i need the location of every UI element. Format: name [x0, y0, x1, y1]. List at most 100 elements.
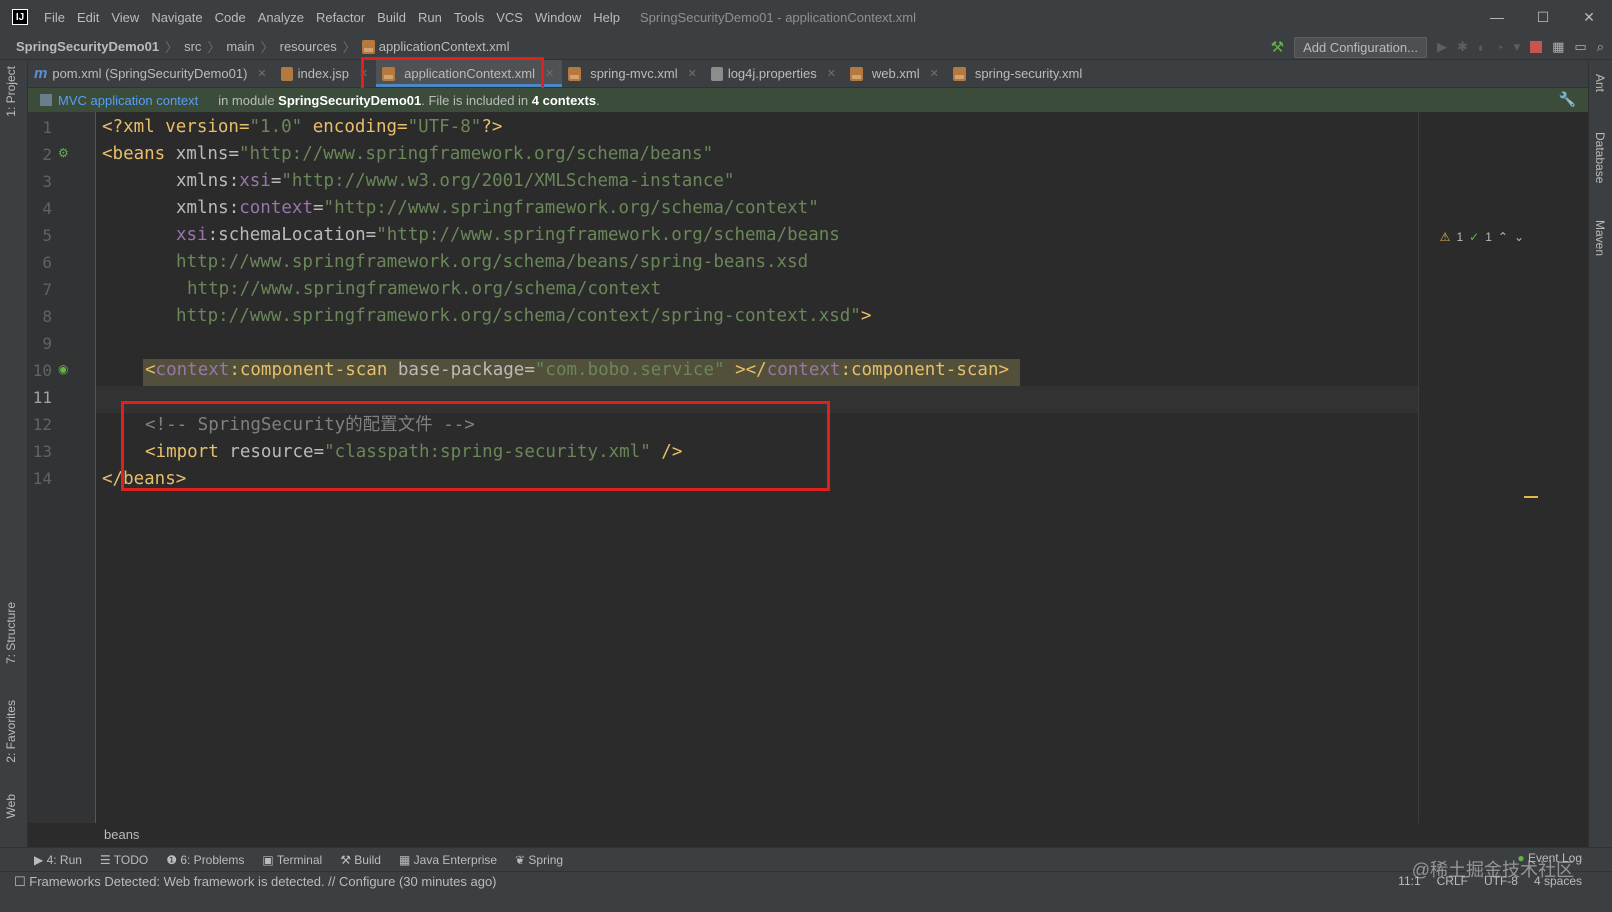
crumb-project[interactable]: SpringSecurityDemo01: [16, 39, 159, 54]
tab-label: index.jsp: [297, 66, 349, 81]
tab-label: web.xml: [871, 66, 920, 81]
todo-tool-button[interactable]: ☰ TODO: [100, 853, 148, 867]
menu-navigate[interactable]: Navigate: [145, 10, 208, 25]
line-number: 3: [42, 172, 52, 191]
structure-tool-button[interactable]: 7: Structure: [4, 602, 18, 664]
favorites-tool-button[interactable]: 2: Favorites: [4, 700, 18, 763]
main-menu: File Edit View Navigate Code Analyze Ref…: [38, 10, 626, 25]
close-window-button[interactable]: ✕: [1566, 0, 1612, 34]
tab-label: log4j.properties: [727, 66, 817, 81]
menu-help[interactable]: Help: [587, 10, 626, 25]
chevron-right-icon: 〉: [342, 40, 356, 55]
menu-code[interactable]: Code: [209, 10, 252, 25]
maven-m-icon: m: [34, 65, 48, 82]
code-line-7: http://www.springframework.org/schema/co…: [187, 279, 662, 299]
chevron-down-icon[interactable]: ▾: [1514, 39, 1521, 55]
close-icon[interactable]: ✕: [545, 67, 554, 80]
debug-icon[interactable]: ✱: [1457, 39, 1468, 55]
crumb-src[interactable]: src: [184, 39, 201, 54]
build-tool-button[interactable]: ⚒ Build: [340, 853, 381, 867]
menu-run[interactable]: Run: [412, 10, 448, 25]
line-number: 1: [42, 118, 52, 137]
code-line-6: http://www.springframework.org/schema/be…: [176, 252, 809, 272]
minimize-button[interactable]: —: [1474, 0, 1520, 34]
run-tool-button[interactable]: ▶ 4: Run: [34, 853, 82, 867]
menu-analyze[interactable]: Analyze: [252, 10, 310, 25]
warning-stripe-marker[interactable]: [1524, 496, 1538, 498]
tab-spring-security-xml[interactable]: spring-security.xml: [947, 60, 1090, 87]
warning-icon: ⚠: [1439, 230, 1451, 244]
project-tool-button[interactable]: 1: Project: [4, 66, 18, 117]
search-icon[interactable]: ⌕: [1597, 39, 1604, 55]
check-icon: ✓: [1469, 230, 1480, 244]
crumb-main[interactable]: main: [226, 39, 254, 54]
close-icon[interactable]: ✕: [930, 67, 939, 80]
ant-tool-button[interactable]: Ant: [1593, 74, 1607, 92]
code-line-4: xmlns:context="http://www.springframewor…: [176, 198, 819, 218]
menu-file[interactable]: File: [38, 10, 71, 25]
properties-file-icon: [710, 66, 723, 81]
chevron-up-icon[interactable]: ⌃: [1498, 230, 1508, 244]
stop-icon[interactable]: [1530, 41, 1543, 53]
tab-pom-xml[interactable]: m pom.xml (SpringSecurityDemo01) ✕: [28, 60, 275, 87]
ok-count: 1: [1485, 230, 1492, 244]
tab-spring-mvc-xml[interactable]: spring-mvc.xml ✕: [562, 60, 705, 87]
code-line-2: <beans xmlns="http://www.springframework…: [102, 144, 714, 164]
file-breadcrumb: SpringSecurityDemo01 〉 src 〉 main 〉 reso…: [0, 37, 510, 56]
chevron-down-icon[interactable]: ⌄: [1514, 230, 1524, 244]
status-message[interactable]: ☐ Frameworks Detected: Web framework is …: [14, 874, 497, 890]
close-icon[interactable]: ✕: [257, 67, 266, 80]
status-bar: ☐ Frameworks Detected: Web framework is …: [0, 871, 1612, 912]
breadcrumb-beans[interactable]: beans: [104, 827, 139, 842]
layout-icon[interactable]: ▭: [1574, 39, 1586, 55]
crumb-file[interactable]: applicationContext.xml: [379, 39, 510, 54]
hammer-build-icon[interactable]: ⚒: [1271, 38, 1284, 56]
profile-icon[interactable]: ◔: [1496, 40, 1504, 55]
window-title: SpringSecurityDemo01 - applicationContex…: [639, 9, 916, 25]
spring-bean-gutter-icon[interactable]: ⚙: [58, 146, 69, 160]
run-icon[interactable]: ▶: [1437, 39, 1447, 55]
crumb-resources[interactable]: resources: [280, 39, 337, 54]
mvc-context-link[interactable]: MVC application context: [58, 93, 198, 108]
menu-refactor[interactable]: Refactor: [310, 10, 371, 25]
left-tool-strip: 1: Project 7: Structure 2: Favorites Web: [0, 60, 28, 847]
xml-file-icon: [952, 66, 966, 81]
close-icon[interactable]: ✕: [688, 67, 697, 80]
spring-tool-button[interactable]: ❦ Spring: [515, 853, 563, 867]
line-number-gutter: 1 2 ⚙ 3 4 5 6 7 8 9 10 ◉ 11 12 13 14: [28, 112, 96, 823]
web-tool-button[interactable]: Web: [4, 794, 18, 818]
spring-context-icon: [40, 94, 52, 106]
maximize-button[interactable]: ☐: [1520, 0, 1566, 34]
editor-breadcrumb[interactable]: beans: [96, 823, 1564, 847]
database-tool-button[interactable]: Database: [1593, 132, 1607, 183]
java-enterprise-tool-button[interactable]: ▦ Java Enterprise: [399, 853, 497, 867]
close-icon[interactable]: ✕: [827, 67, 836, 80]
menu-vcs[interactable]: VCS: [490, 10, 529, 25]
wrench-icon[interactable]: 🔧: [1559, 91, 1576, 108]
menu-edit[interactable]: Edit: [71, 10, 105, 25]
line-number: 7: [42, 280, 52, 299]
menu-view[interactable]: View: [105, 10, 145, 25]
code-line-8: http://www.springframework.org/schema/co…: [176, 306, 872, 326]
msg-prefix: in module: [218, 92, 279, 108]
problems-tool-button[interactable]: ❶ 6: Problems: [166, 853, 244, 867]
add-configuration-button[interactable]: Add Configuration...: [1294, 36, 1427, 58]
chevron-right-icon: 〉: [165, 40, 179, 55]
navigation-bar: SpringSecurityDemo01 〉 src 〉 main 〉 reso…: [0, 34, 1612, 60]
menu-window[interactable]: Window: [529, 10, 587, 25]
component-scan-gutter-icon[interactable]: ◉: [58, 362, 68, 376]
project-structure-icon[interactable]: ▦: [1552, 39, 1564, 55]
line-number: 8: [42, 307, 52, 326]
inspection-widget[interactable]: ⚠ 1 ✓ 1 ⌃ ⌄: [1440, 230, 1524, 244]
title-bar: IJ File Edit View Navigate Code Analyze …: [0, 0, 1612, 34]
coverage-icon[interactable]: ◐: [1478, 40, 1486, 55]
menu-build[interactable]: Build: [371, 10, 412, 25]
tab-log4j-properties[interactable]: log4j.properties ✕: [705, 60, 844, 87]
line-number: 10: [32, 361, 52, 380]
menu-tools[interactable]: Tools: [448, 10, 490, 25]
maven-tool-button[interactable]: Maven: [1593, 220, 1607, 256]
terminal-tool-button[interactable]: ▣ Terminal: [262, 853, 322, 867]
intellij-logo-icon: IJ: [12, 9, 28, 25]
module-name: SpringSecurityDemo01: [278, 92, 422, 108]
tab-web-xml[interactable]: web.xml ✕: [844, 60, 947, 87]
